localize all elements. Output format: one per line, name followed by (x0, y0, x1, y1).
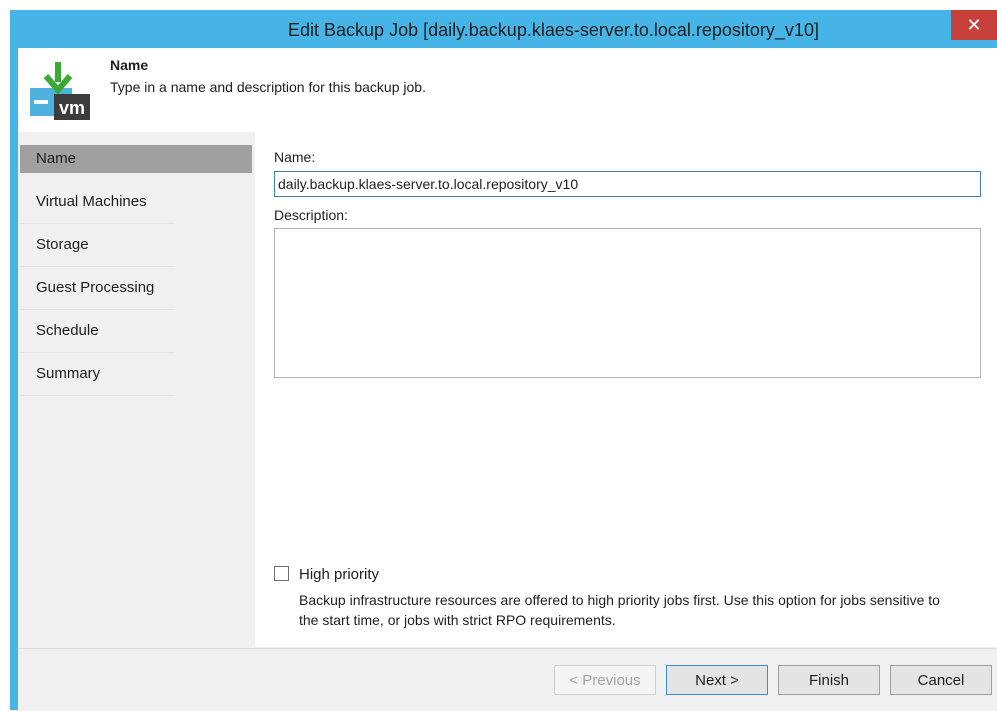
sidebar-item-label: Guest Processing (36, 279, 155, 296)
close-button[interactable]: ✕ (951, 10, 997, 40)
vm-icon-text: vm (59, 98, 85, 118)
title-bar[interactable]: Edit Backup Job [daily.backup.klaes-serv… (10, 10, 997, 48)
job-name-input[interactable] (274, 171, 981, 197)
dialog-client: vm Name Type in a name and description f… (18, 48, 997, 711)
name-label: Name: (274, 149, 316, 165)
sidebar-item-guest-processing[interactable]: Guest Processing (20, 274, 252, 310)
sidebar-item-label: Virtual Machines (36, 193, 147, 210)
wizard-steps-sidebar: Name Virtual Machines Storage Guest Proc… (18, 132, 254, 647)
sidebar-separator (20, 352, 175, 353)
sidebar-item-storage[interactable]: Storage (20, 231, 252, 267)
sidebar-separator (20, 266, 175, 267)
sidebar-separator (20, 395, 175, 396)
step-content: Name: Description: High priority Backup … (255, 132, 997, 647)
next-button[interactable]: Next > (666, 665, 768, 695)
sidebar-item-label: Summary (36, 365, 101, 382)
step-title: Name (110, 57, 149, 73)
wizard-header: vm Name Type in a name and description f… (18, 48, 997, 132)
sidebar-item-name[interactable]: Name (20, 145, 252, 173)
sidebar-item-label: Storage (36, 236, 89, 253)
wizard-body: Name Virtual Machines Storage Guest Proc… (18, 132, 997, 711)
cancel-button[interactable]: Cancel (890, 665, 992, 695)
close-icon: ✕ (966, 14, 982, 35)
window-title: Edit Backup Job [daily.backup.klaes-serv… (288, 20, 819, 40)
sidebar-separator (20, 223, 175, 224)
high-priority-description: Backup infrastructure resources are offe… (299, 592, 940, 628)
high-priority-checkbox[interactable] (274, 566, 289, 581)
vm-backup-icon: vm (30, 62, 90, 120)
finish-button[interactable]: Finish (778, 665, 880, 695)
backup-job-window: Edit Backup Job [daily.backup.klaes-serv… (10, 10, 997, 711)
sidebar-item-virtual-machines[interactable]: Virtual Machines (20, 188, 252, 224)
description-label: Description: (274, 207, 348, 223)
sidebar-item-label: Name (36, 150, 77, 167)
high-priority-label[interactable]: High priority (299, 566, 379, 583)
sidebar-item-label: Schedule (36, 322, 99, 339)
sidebar-item-summary[interactable]: Summary (20, 360, 252, 396)
previous-button[interactable]: < Previous (554, 665, 656, 695)
sidebar-separator (20, 309, 175, 310)
job-description-input[interactable] (274, 228, 981, 378)
wizard-footer: < Previous Next > Finish Cancel (18, 648, 997, 711)
sidebar-item-schedule[interactable]: Schedule (20, 317, 252, 353)
step-subtitle: Type in a name and description for this … (110, 79, 426, 95)
